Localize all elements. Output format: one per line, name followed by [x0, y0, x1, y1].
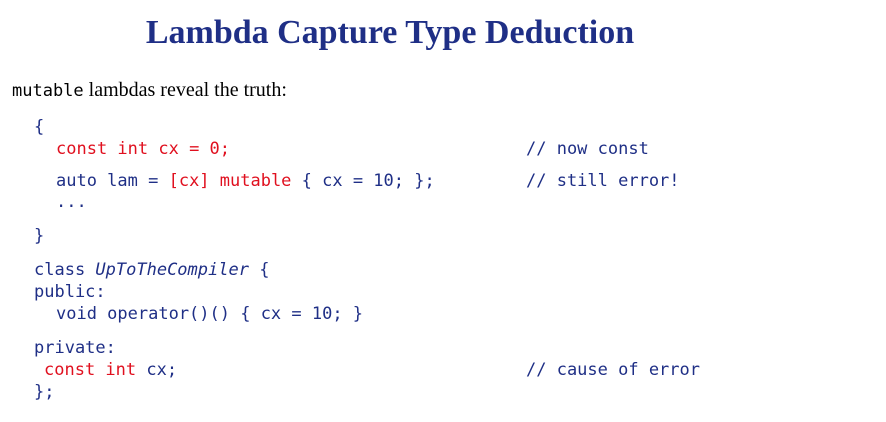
- code-member-const-int: const int: [44, 360, 137, 380]
- slide-title: Lambda Capture Type Deduction: [145, 14, 635, 51]
- intro-line: mutable lambdas reveal the truth:: [12, 79, 287, 102]
- code-line-class-decl: class UpToTheCompiler {: [34, 259, 269, 281]
- code-line-operator: void operator()() { cx = 10; }: [56, 304, 364, 324]
- intro-keyword: mutable: [12, 81, 84, 101]
- code-class-name: UpToTheCompiler: [95, 260, 249, 280]
- code-class-keyword: class: [34, 260, 96, 280]
- code-line-class-close: };: [34, 382, 55, 402]
- code-line-close-brace: }: [34, 226, 45, 246]
- code-member-name: cx;: [136, 360, 178, 380]
- code-lambda-capture-mutable: [cx] mutable: [168, 171, 292, 191]
- code-class-open: {: [248, 260, 270, 280]
- code-keyword-const-int: const int: [56, 139, 149, 159]
- code-lambda-body: { cx = 10; };: [291, 171, 435, 191]
- code-line-ellipsis: ...: [56, 192, 87, 212]
- code-comment-still-error: // still error!: [526, 171, 680, 191]
- code-line-lambda: auto lam = [cx] mutable { cx = 10; };: [56, 170, 435, 192]
- code-line-open-brace: {: [34, 117, 45, 137]
- code-line-public: public:: [34, 282, 106, 302]
- code-line-const-decl: const int cx = 0;: [56, 138, 230, 160]
- code-line-private: private:: [34, 338, 116, 358]
- code-comment-now-const: // now const: [526, 139, 649, 159]
- intro-text: lambdas reveal the truth:: [83, 79, 287, 101]
- code-line-member-decl: const int cx;: [44, 359, 177, 381]
- code-const-decl-rest: cx = 0;: [148, 139, 231, 159]
- code-comment-cause-of-error: // cause of error: [526, 360, 700, 380]
- code-lambda-auto: auto lam =: [56, 171, 169, 191]
